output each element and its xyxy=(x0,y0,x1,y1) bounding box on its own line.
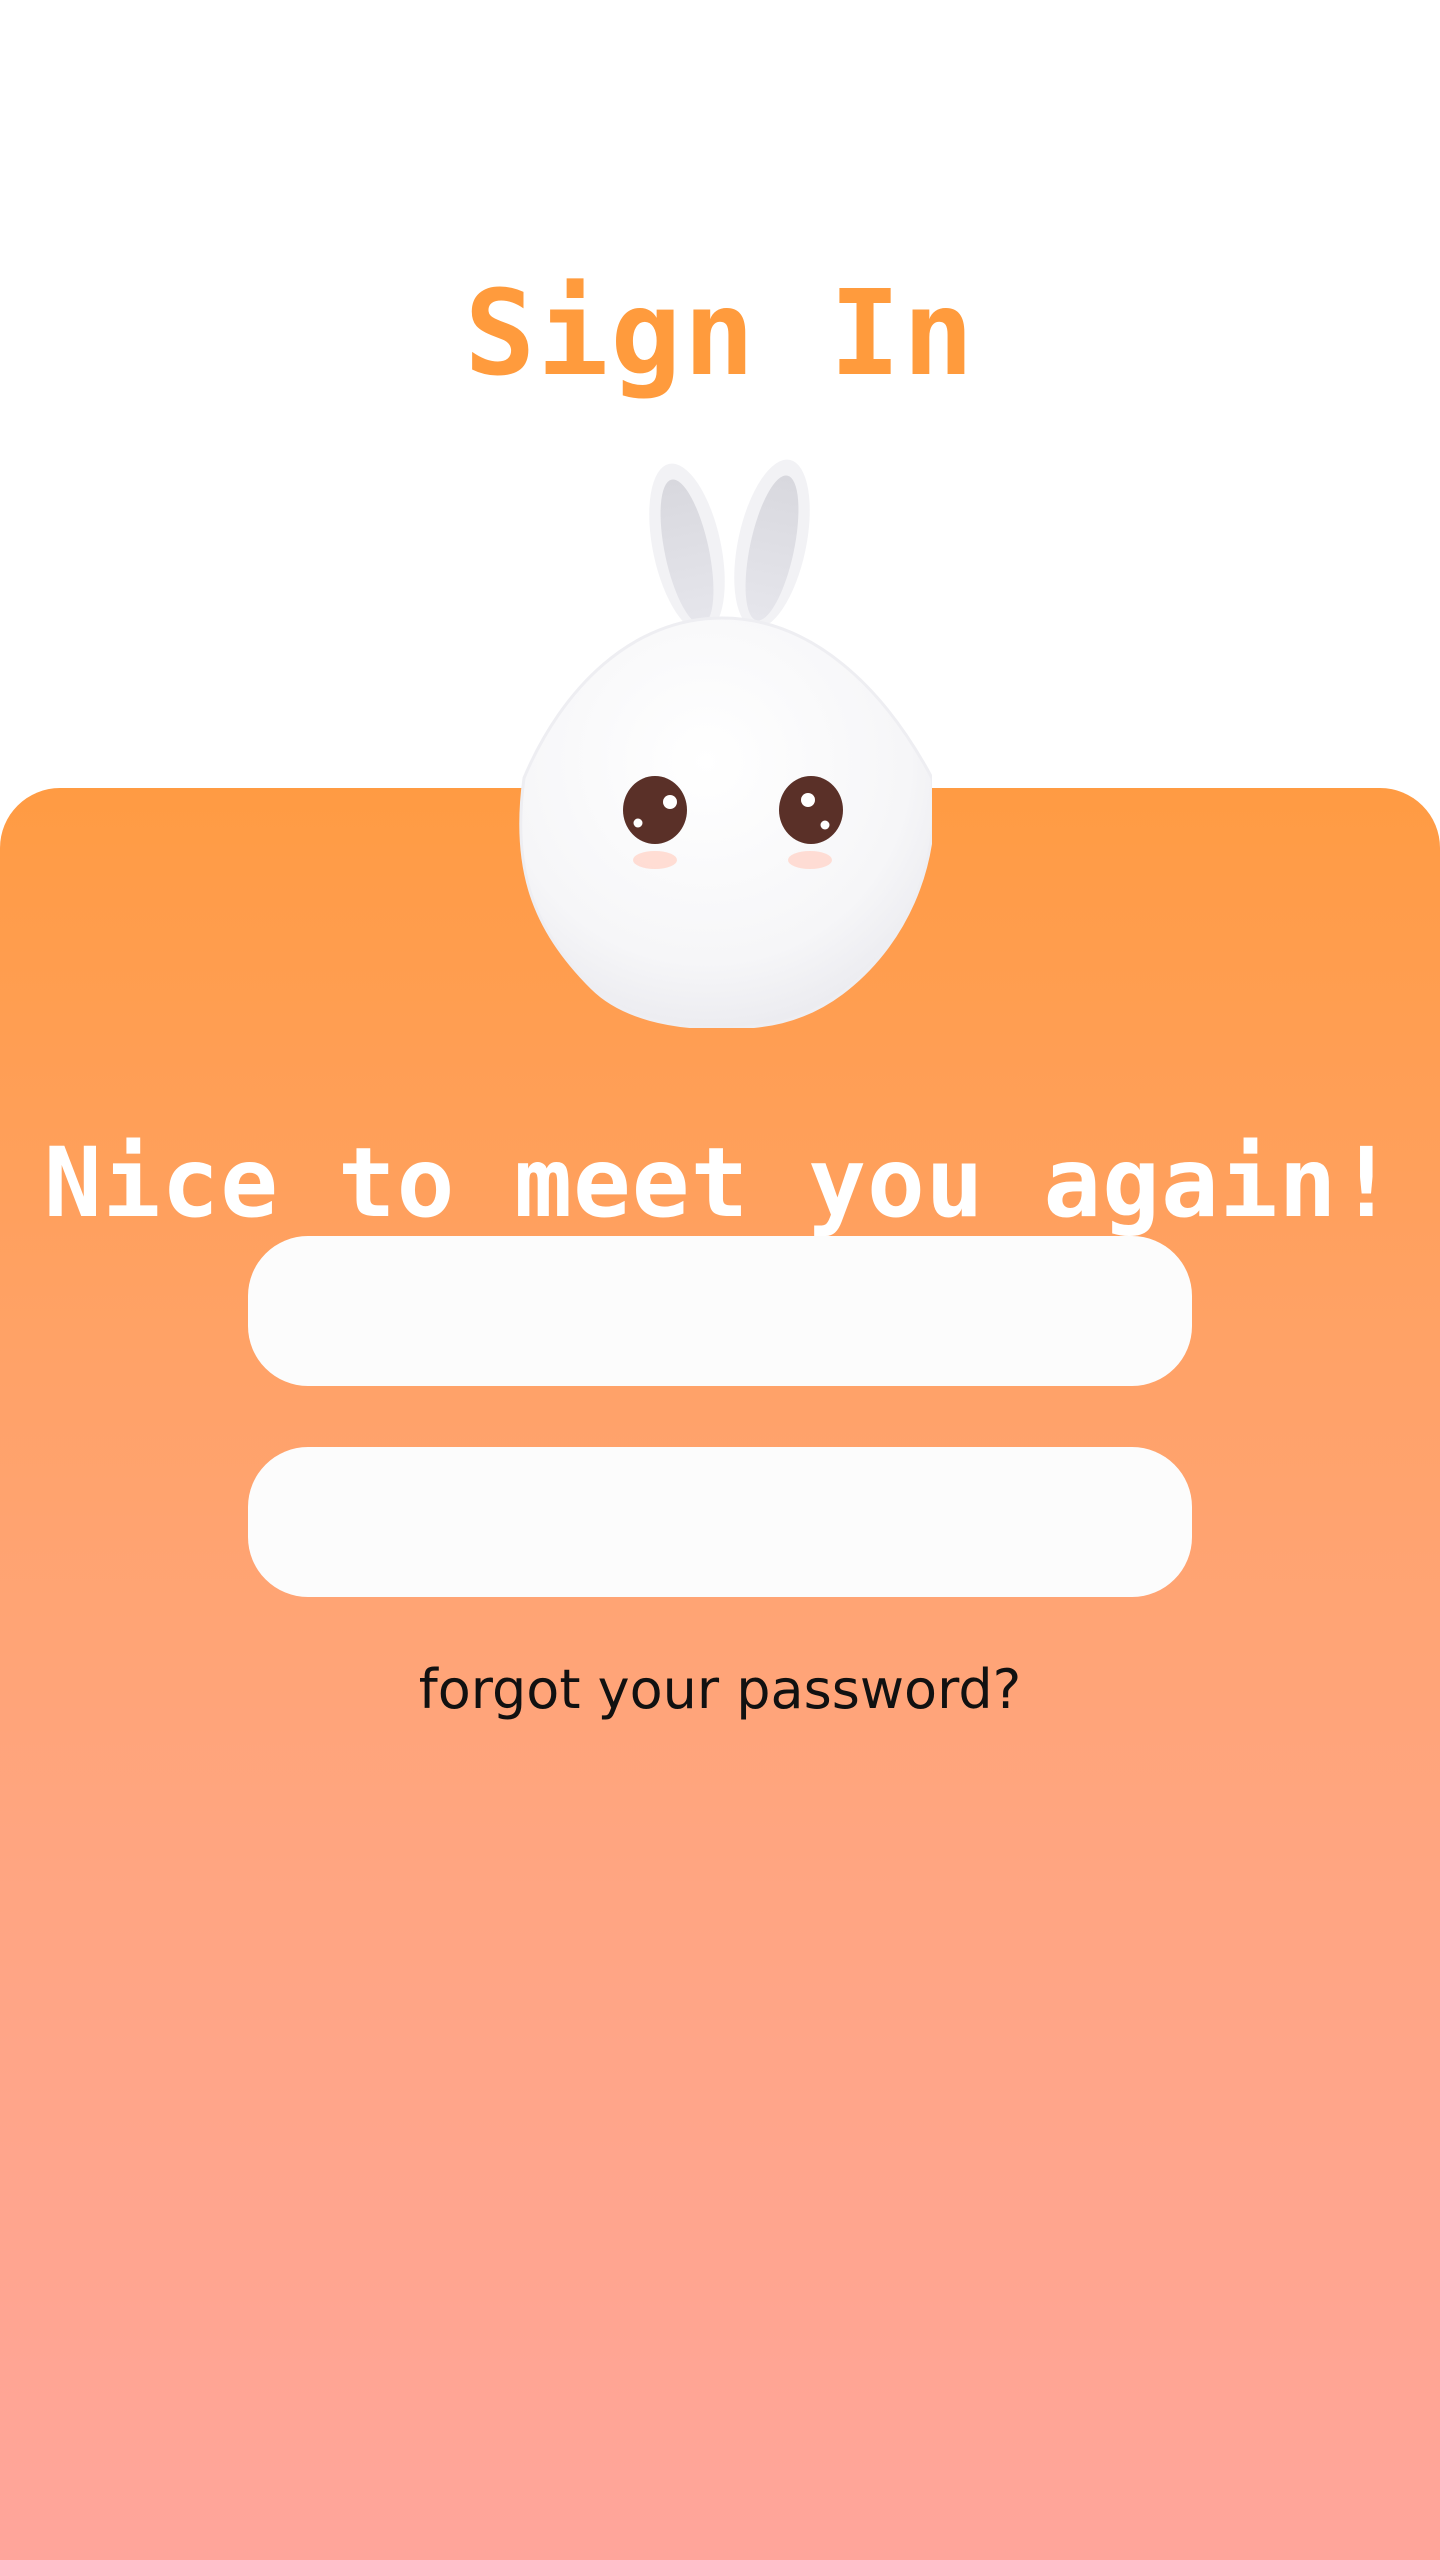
greeting-text: Nice to meet you again! xyxy=(43,1126,1397,1239)
bunny-body xyxy=(519,616,932,1028)
page-title: Sign In xyxy=(464,264,976,403)
email-field[interactable] xyxy=(248,1236,1192,1386)
bunny-ears xyxy=(649,459,810,633)
password-field[interactable] xyxy=(248,1447,1192,1597)
forgot-password-link[interactable]: forgot your password? xyxy=(0,1663,1440,1717)
bunny-icon xyxy=(519,459,932,1028)
sign-in-screen: Sign In Nice to meet you again! forgot y… xyxy=(0,0,1440,2560)
